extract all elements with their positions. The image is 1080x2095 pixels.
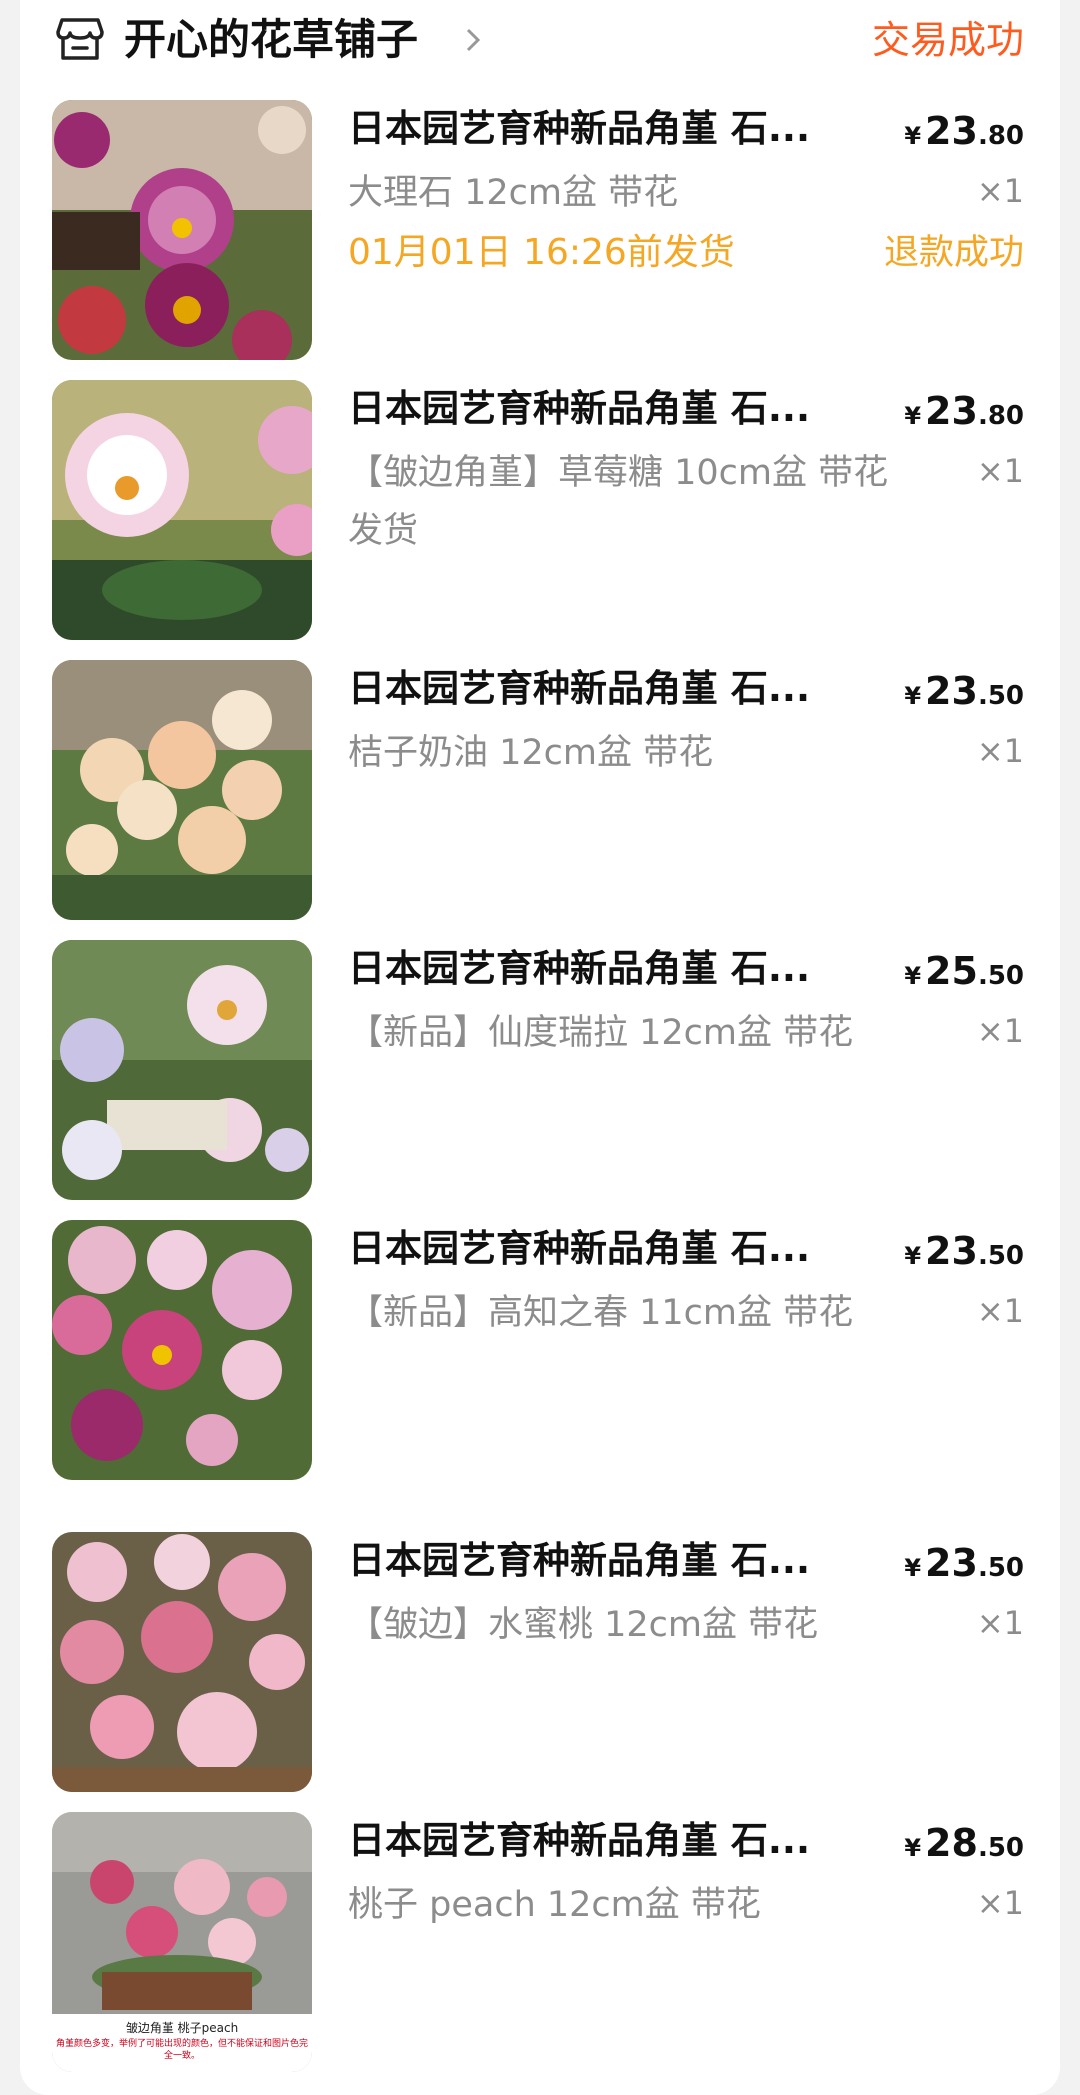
store-icon[interactable] (56, 16, 104, 62)
product-sku: 【皱边角堇】草莓糖 10cm盆 带花发货 (348, 453, 889, 551)
product-price: ¥23.50 (904, 1226, 1024, 1284)
product-thumbnail[interactable] (52, 380, 312, 640)
product-title[interactable]: 日本园艺育种新品角堇 石... (348, 1224, 848, 1274)
currency-symbol: ¥ (904, 1834, 922, 1862)
product-price: ¥23.80 (904, 106, 1024, 164)
product-quantity: ×1 (976, 1604, 1024, 1642)
product-quantity: ×1 (976, 172, 1024, 210)
refund-status[interactable]: 退款成功 (884, 226, 1024, 280)
product-title[interactable]: 日本园艺育种新品角堇 石... (348, 1816, 848, 1866)
product-price: ¥23.50 (904, 666, 1024, 724)
image-caption-title: 皱边角堇 桃子peach (125, 2021, 239, 2035)
product-thumbnail[interactable]: 皱边角堇 桃子peach 角堇颜色多变，举例了可能出现的颜色，但不能保证和图片色… (52, 1812, 312, 2072)
price-integer: 23 (925, 389, 978, 433)
product-title[interactable]: 日本园艺育种新品角堇 石... (348, 944, 848, 994)
product-sku: 桃子 peach 12cm盆 带花 (348, 1885, 761, 1925)
order-item[interactable]: 皱边角堇 桃子peach 角堇颜色多变，举例了可能出现的颜色，但不能保证和图片色… (20, 1812, 1060, 2072)
shop-name[interactable]: 开心的花草铺子 (124, 12, 418, 68)
currency-symbol: ¥ (904, 682, 922, 710)
currency-symbol: ¥ (904, 962, 922, 990)
product-thumbnail[interactable] (52, 100, 312, 360)
product-sku: 桔子奶油 12cm盆 带花 (348, 733, 714, 773)
order-item[interactable]: 日本园艺育种新品角堇 石... ¥23.80 大理石 12cm盆 带花 ×1 0… (20, 100, 1060, 360)
order-item[interactable]: 日本园艺育种新品角堇 石... ¥23.50 【新品】高知之春 11cm盆 带花… (20, 1220, 1060, 1480)
price-decimal: .80 (977, 401, 1024, 431)
order-item[interactable]: 日本园艺育种新品角堇 石... ¥23.80 【皱边角堇】草莓糖 10cm盆 带… (20, 380, 1060, 640)
product-sku: 【新品】高知之春 11cm盆 带花 (348, 1293, 854, 1333)
price-decimal: .50 (977, 1833, 1024, 1863)
product-quantity: ×1 (976, 1012, 1024, 1050)
product-thumbnail[interactable] (52, 1532, 312, 1792)
price-integer: 23 (925, 669, 978, 713)
product-quantity: ×1 (976, 732, 1024, 770)
product-price: ¥28.50 (904, 1818, 1024, 1876)
price-integer: 23 (925, 109, 978, 153)
currency-symbol: ¥ (904, 122, 922, 150)
price-integer: 28 (925, 1821, 978, 1865)
product-price: ¥23.80 (904, 386, 1024, 444)
price-integer: 23 (925, 1541, 978, 1585)
product-title[interactable]: 日本园艺育种新品角堇 石... (348, 1536, 848, 1586)
product-price: ¥23.50 (904, 1538, 1024, 1596)
product-thumbnail[interactable] (52, 1220, 312, 1480)
price-decimal: .50 (977, 1553, 1024, 1583)
price-decimal: .50 (977, 961, 1024, 991)
product-sku: 【皱边】水蜜桃 12cm盆 带花 (348, 1605, 819, 1645)
product-thumbnail[interactable] (52, 660, 312, 920)
product-quantity: ×1 (976, 1884, 1024, 1922)
product-quantity: ×1 (976, 1292, 1024, 1330)
order-card: 开心的花草铺子 交易成功 日本园艺育种新品角堇 石... ¥ 23.80 大理石… (20, 0, 1060, 2095)
image-caption-note: 角堇颜色多变，举例了可能出现的颜色，但不能保证和图片色完全一致。 (55, 2039, 308, 2061)
currency-symbol: ¥ (904, 1242, 922, 1270)
currency-symbol: ¥ (904, 402, 922, 430)
order-status: 交易成功 (871, 18, 1024, 62)
currency-symbol: ¥ (904, 1554, 922, 1582)
product-title[interactable]: 日本园艺育种新品角堇 石... (348, 104, 848, 154)
product-sku: 大理石 12cm盆 带花 (348, 173, 679, 213)
product-sku: 【新品】仙度瑞拉 12cm盆 带花 (348, 1013, 854, 1053)
product-price: ¥25.50 (904, 946, 1024, 1004)
chevron-right-icon[interactable] (462, 24, 486, 56)
order-item[interactable]: 日本园艺育种新品角堇 石... ¥23.50 桔子奶油 12cm盆 带花 ×1 (20, 660, 1060, 920)
order-header: 开心的花草铺子 交易成功 (20, 0, 1060, 82)
shipping-note: 01月01日 16:26前发货 (348, 232, 735, 273)
price-integer: 25 (925, 949, 978, 993)
image-caption: 皱边角堇 桃子peach 角堇颜色多变，举例了可能出现的颜色，但不能保证和图片色… (52, 2014, 312, 2072)
product-thumbnail[interactable] (52, 940, 312, 1200)
product-title[interactable]: 日本园艺育种新品角堇 石... (348, 664, 848, 714)
product-quantity: ×1 (976, 452, 1024, 490)
order-item[interactable]: 日本园艺育种新品角堇 石... ¥23.50 【皱边】水蜜桃 12cm盆 带花 … (20, 1532, 1060, 1792)
order-item[interactable]: 日本园艺育种新品角堇 石... ¥25.50 【新品】仙度瑞拉 12cm盆 带花… (20, 940, 1060, 1200)
price-decimal: .80 (977, 121, 1024, 151)
price-decimal: .50 (977, 681, 1024, 711)
product-title[interactable]: 日本园艺育种新品角堇 石... (348, 384, 848, 434)
price-integer: 23 (925, 1229, 978, 1273)
price-decimal: .50 (977, 1241, 1024, 1271)
